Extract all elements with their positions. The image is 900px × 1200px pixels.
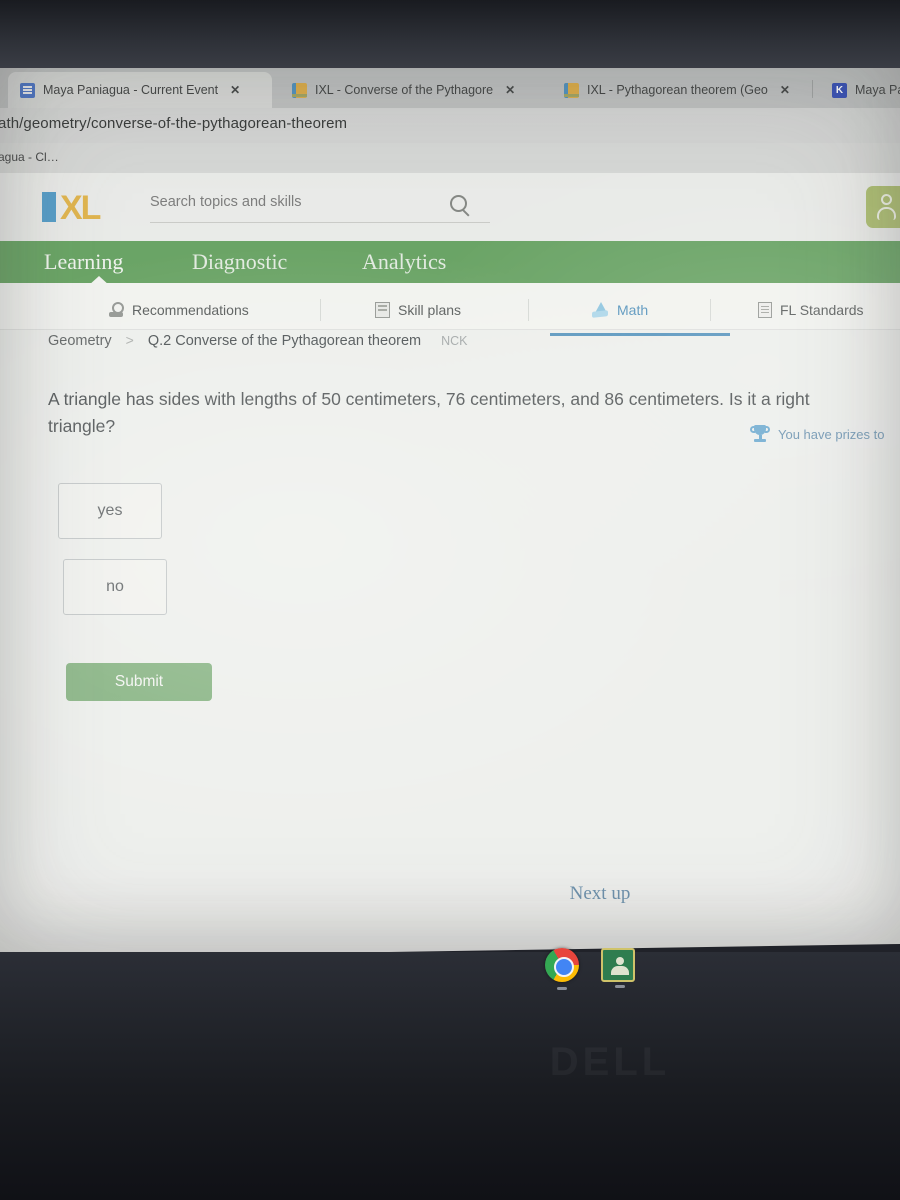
breadcrumb: Geometry > Q.2 Converse of the Pythagore… bbox=[48, 332, 468, 349]
tab-label: Recommendations bbox=[132, 301, 249, 318]
tab-label: Math bbox=[617, 301, 649, 318]
standards-icon bbox=[758, 301, 772, 318]
ixl-logo-bar bbox=[42, 192, 56, 222]
answer-option-no[interactable]: no bbox=[63, 559, 167, 615]
tab-title: Maya Pa bbox=[855, 83, 900, 97]
search-icon[interactable] bbox=[450, 195, 467, 212]
next-up-label[interactable]: Next up bbox=[520, 883, 680, 905]
nav-item-analytics[interactable]: Analytics bbox=[362, 249, 446, 275]
browser-tab-strip: Maya Paniagua - Current Event ✕ IXL - Co… bbox=[0, 68, 900, 108]
ixl-favicon-icon bbox=[292, 82, 307, 98]
running-indicator bbox=[615, 985, 625, 988]
math-pyramid-icon bbox=[592, 301, 609, 318]
address-bar-url[interactable]: ath/geometry/converse-of-the-pythagorean… bbox=[0, 115, 347, 132]
tab-close-icon[interactable]: ✕ bbox=[780, 83, 790, 97]
nav-divider bbox=[528, 299, 529, 321]
primary-nav-bar: Learning Diagnostic Analytics bbox=[0, 241, 900, 283]
submit-button[interactable]: Submit bbox=[66, 663, 212, 701]
user-avatar-button[interactable] bbox=[866, 186, 900, 228]
kami-icon: K bbox=[832, 82, 847, 98]
ixl-logo[interactable]: XL bbox=[42, 189, 142, 227]
avatar-head-icon bbox=[881, 194, 892, 205]
laptop-bezel-bottom bbox=[0, 952, 900, 1200]
tab-label: FL Standards bbox=[780, 301, 864, 318]
tab-close-icon[interactable]: ✕ bbox=[230, 83, 240, 97]
browser-tab-4[interactable]: K Maya Pa bbox=[820, 72, 900, 108]
nav-divider bbox=[710, 299, 711, 321]
active-tab-underline bbox=[550, 333, 730, 336]
avatar-body-icon bbox=[877, 207, 896, 220]
laptop-bezel-top bbox=[0, 0, 900, 69]
question-text: A triangle has sides with lengths of 50 … bbox=[48, 389, 810, 436]
browser-tab-3[interactable]: IXL - Pythagorean theorem (Geo ✕ bbox=[552, 72, 808, 108]
desktop-shelf bbox=[545, 948, 675, 998]
breadcrumb-separator-icon: > bbox=[125, 332, 134, 348]
running-indicator bbox=[557, 987, 567, 990]
google-classroom-icon[interactable] bbox=[601, 948, 635, 988]
nav-item-diagnostic[interactable]: Diagnostic bbox=[192, 249, 287, 275]
tab-recommendations[interactable]: Recommendations bbox=[108, 293, 249, 326]
answer-option-yes[interactable]: yes bbox=[58, 483, 162, 539]
tab-title: Maya Paniagua - Current Event bbox=[43, 83, 219, 97]
tab-title: IXL - Pythagorean theorem (Geo bbox=[587, 83, 768, 97]
bookmarks-bar bbox=[0, 143, 900, 173]
laptop-photo: Maya Paniagua - Current Event ✕ IXL - Co… bbox=[0, 0, 900, 1200]
bookmark-item[interactable]: agua - Cl… bbox=[0, 150, 59, 164]
recommendations-icon bbox=[108, 301, 124, 318]
search-input[interactable] bbox=[150, 194, 450, 210]
breadcrumb-subject[interactable]: Geometry bbox=[48, 333, 112, 349]
tab-skill-plans[interactable]: Skill plans bbox=[375, 293, 461, 326]
nav-divider bbox=[320, 299, 321, 321]
tab-math[interactable]: Math bbox=[550, 293, 730, 336]
ixl-logo-text: XL bbox=[60, 189, 101, 227]
chrome-icon[interactable] bbox=[545, 948, 579, 990]
browser-tab-2[interactable]: IXL - Converse of the Pythagore ✕ bbox=[280, 72, 544, 108]
ixl-site-header: XL bbox=[0, 173, 900, 241]
secondary-nav-bar: Recommendations Skill plans Math FL Stan… bbox=[0, 283, 900, 336]
laptop-screen: Maya Paniagua - Current Event ✕ IXL - Co… bbox=[0, 68, 900, 958]
search-box[interactable] bbox=[150, 193, 490, 223]
tab-title: IXL - Converse of the Pythagore bbox=[315, 83, 494, 97]
breadcrumb-skill: Q.2 Converse of the Pythagorean theorem bbox=[147, 333, 422, 349]
tab-close-icon[interactable]: ✕ bbox=[505, 83, 515, 97]
tab-fl-standards[interactable]: FL Standards bbox=[758, 293, 864, 326]
browser-tab-1[interactable]: Maya Paniagua - Current Event ✕ bbox=[8, 72, 272, 108]
ixl-favicon-icon bbox=[564, 82, 579, 98]
skill-code: NCK bbox=[441, 334, 468, 348]
skill-plans-icon bbox=[375, 301, 390, 318]
docs-icon bbox=[20, 82, 35, 98]
tab-divider bbox=[812, 80, 813, 98]
tab-label: Skill plans bbox=[398, 301, 462, 318]
nav-item-learning[interactable]: Learning bbox=[44, 249, 123, 275]
dell-brand-logo: DELL bbox=[470, 1040, 750, 1085]
answer-options: yes no bbox=[58, 483, 167, 615]
